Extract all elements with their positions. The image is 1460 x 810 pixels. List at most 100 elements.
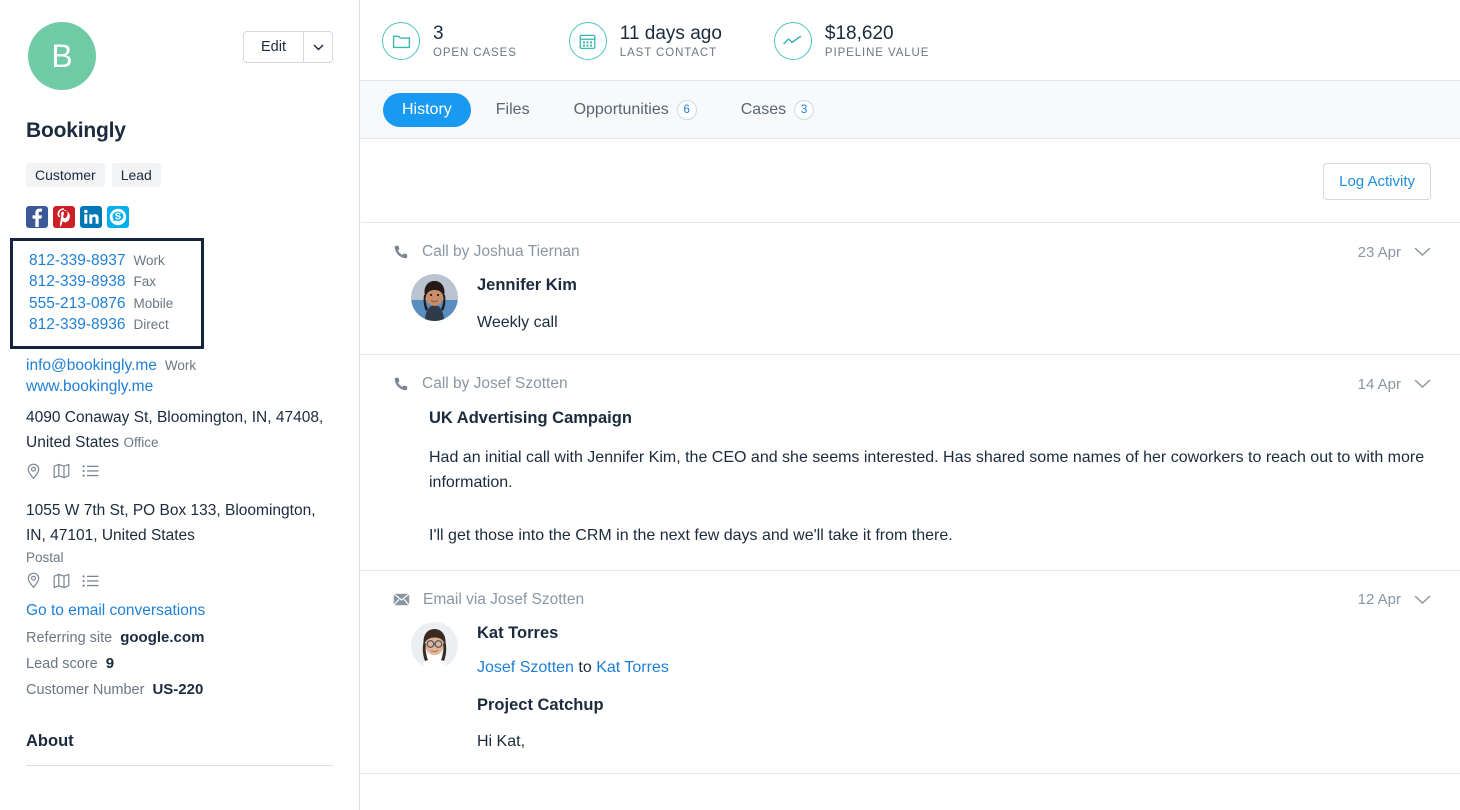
- activity-paragraph: I'll get those into the CRM in the next …: [429, 526, 953, 544]
- social-links: [26, 206, 333, 228]
- activity-type-label: Email via Josef Szotten: [423, 590, 585, 608]
- stat-pipeline-value-label: PIPELINE VALUE: [824, 47, 930, 60]
- activity-item[interactable]: Call by Josef Szotten 14 Apr UK Advertis…: [360, 355, 1460, 571]
- linkedin-icon[interactable]: [80, 206, 102, 228]
- activity-header-right: 14 Apr: [1358, 376, 1431, 393]
- stat-last-contact-text: 11 days ago LAST CONTACT: [620, 23, 722, 60]
- address-postal-label: Postal: [26, 550, 64, 565]
- location-pin-icon[interactable]: [26, 572, 41, 589]
- about-divider: [26, 765, 333, 766]
- location-pin-icon[interactable]: [26, 463, 41, 480]
- sidebar-header: B Edit: [26, 22, 333, 90]
- contact-sidebar: B Edit Bookingly Customer Lead 812-339-8…: [0, 0, 360, 810]
- field-lead-score-value: 9: [105, 655, 115, 672]
- phone-fax[interactable]: 812-339-8938: [29, 273, 126, 291]
- website-link[interactable]: www.bookingly.me: [26, 378, 153, 396]
- activity-snippet: Hi Kat,: [477, 732, 526, 750]
- stat-open-cases-text: 3 OPEN CASES: [433, 23, 517, 60]
- activity-paragraph: Had an initial call with Jennifer Kim, t…: [429, 449, 1425, 492]
- stat-open-cases: 3 OPEN CASES: [382, 22, 517, 60]
- pinterest-glyph: [57, 208, 70, 227]
- tab-opportunities[interactable]: Opportunities 6: [555, 92, 716, 128]
- activity-date: 23 Apr: [1357, 243, 1401, 261]
- activity-type-label: Call by Joshua Tiernan: [422, 243, 580, 260]
- skype-glyph: [109, 208, 127, 226]
- facebook-icon[interactable]: [26, 206, 48, 228]
- field-customer-number: Customer Number US-220: [26, 681, 333, 698]
- field-referring-site-value: google.com: [120, 629, 205, 646]
- stat-open-cases-label: OPEN CASES: [433, 47, 517, 60]
- envelope-icon: [393, 593, 410, 606]
- about-heading: About: [26, 732, 74, 750]
- field-referring-site-key: Referring site: [26, 630, 113, 646]
- activity-body: UK Advertising Campaign Had an initial c…: [393, 409, 1431, 548]
- edit-button[interactable]: Edit: [243, 31, 303, 63]
- phone-icon: [394, 377, 408, 391]
- activity-text: Jennifer Kim Weekly call: [477, 274, 577, 332]
- page-title: Bookingly: [26, 119, 126, 142]
- folder-icon: [382, 22, 420, 60]
- email-link[interactable]: info@bookingly.me: [26, 357, 157, 375]
- address-postal-text: 1055 W 7th St, PO Box 133, Bloomington, …: [26, 501, 316, 544]
- trend-line-icon: [773, 22, 812, 60]
- field-customer-number-key: Customer Number: [26, 682, 145, 698]
- list-icon[interactable]: [82, 464, 99, 478]
- activity-to-link[interactable]: Kat Torres: [596, 659, 669, 676]
- email-label: Work: [164, 357, 197, 373]
- activity-title: UK Advertising Campaign: [429, 409, 632, 427]
- phone-work-label: Work: [133, 252, 165, 268]
- activity-parties: Josef Szotten to Kat Torres: [477, 659, 669, 677]
- stat-pipeline-value-value: $18,620: [824, 22, 894, 44]
- phone-numbers-highlight: 812-339-8937 Work 812-339-8938 Fax 555-2…: [10, 238, 204, 349]
- phone-mobile[interactable]: 555-213-0876: [29, 295, 126, 313]
- chevron-down-icon[interactable]: [1414, 379, 1431, 389]
- edit-dropdown-button[interactable]: [303, 31, 333, 63]
- list-icon[interactable]: [82, 574, 99, 588]
- map-icon[interactable]: [53, 463, 70, 479]
- pinterest-icon[interactable]: [53, 206, 75, 228]
- tab-cases-label: Cases: [740, 100, 787, 118]
- main-content: 3 OPEN CASES 11 days ago LAST CONTACT $1…: [360, 0, 1460, 810]
- tag-lead[interactable]: Lead: [111, 163, 161, 187]
- stat-pipeline-value: $18,620 PIPELINE VALUE: [773, 22, 930, 60]
- tab-history[interactable]: History: [383, 92, 471, 127]
- chevron-down-icon[interactable]: [1414, 247, 1431, 257]
- activity-header-left: Call by Josef Szotten: [393, 375, 568, 393]
- stat-last-contact-label: LAST CONTACT: [619, 47, 718, 60]
- tab-history-label: History: [402, 100, 452, 118]
- activity-from-link[interactable]: Josef Szotten: [477, 659, 574, 676]
- activity-header: Email via Josef Szotten 12 Apr: [393, 591, 1431, 609]
- phone-work[interactable]: 812-339-8937: [29, 252, 126, 270]
- stat-last-contact-value: 11 days ago: [619, 22, 722, 44]
- log-activity-button[interactable]: Log Activity: [1323, 163, 1431, 200]
- activity-body: Kat Torres Josef Szotten to Kat Torres P…: [393, 621, 1431, 751]
- tag-list: Customer Lead: [26, 163, 333, 187]
- address-postal-actions: [26, 572, 333, 589]
- map-icon[interactable]: [53, 573, 70, 589]
- avatar: [411, 274, 458, 321]
- edit-button-group: Edit: [243, 31, 333, 63]
- activity-header-left: Call by Joshua Tiernan: [393, 243, 580, 261]
- facebook-glyph: [32, 208, 43, 227]
- activity-subject: Project Catchup: [477, 695, 604, 714]
- phone-row: 812-339-8938 Fax: [29, 273, 185, 291]
- field-lead-score: Lead score 9: [26, 655, 333, 672]
- phone-direct[interactable]: 812-339-8936: [29, 316, 126, 334]
- linkedin-glyph: [84, 209, 99, 224]
- go-to-email-conversations-link[interactable]: Go to email conversations: [26, 602, 333, 620]
- stats-bar: 3 OPEN CASES 11 days ago LAST CONTACT $1…: [360, 0, 1460, 60]
- calendar-glyph: [579, 34, 596, 49]
- activity-item[interactable]: Email via Josef Szotten 12 Apr Kat Torre…: [360, 571, 1460, 774]
- activity-text: Kat Torres Josef Szotten to Kat Torres P…: [477, 622, 669, 751]
- activity-item[interactable]: Call by Joshua Tiernan 23 Apr Jennifer K…: [360, 223, 1460, 355]
- tab-files[interactable]: Files: [477, 93, 549, 127]
- tab-opportunities-label: Opportunities: [573, 100, 669, 118]
- email-row: info@bookingly.me Work: [26, 357, 333, 375]
- field-referring-site: Referring site google.com: [26, 629, 333, 646]
- skype-icon[interactable]: [107, 206, 129, 228]
- activity-header-right: 23 Apr: [1358, 244, 1431, 261]
- tag-customer[interactable]: Customer: [26, 163, 105, 187]
- tab-cases[interactable]: Cases 3: [722, 92, 833, 128]
- tab-opportunities-badge: 6: [676, 99, 697, 120]
- chevron-down-icon[interactable]: [1414, 595, 1431, 605]
